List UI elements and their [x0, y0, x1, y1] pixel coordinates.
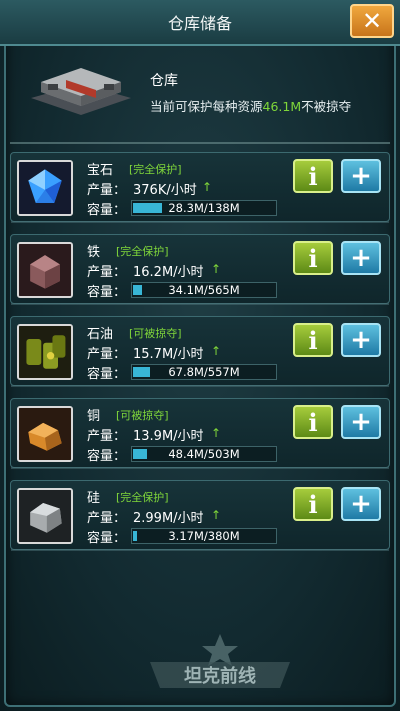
capacity-label: 容量：	[87, 531, 127, 546]
logo-text: 坦克前线	[184, 665, 256, 687]
increase-arrow-icon: ↑	[211, 426, 222, 440]
resource-card: 硅 [完全保护] 产量： 2.99M/小时 ↑ 容量： 3.17M/380M i +	[10, 480, 390, 551]
protection-status: [可被掠夺]	[129, 327, 182, 340]
plus-icon: +	[350, 325, 372, 355]
capacity-label: 容量：	[87, 449, 127, 464]
oil-barrels-icon	[17, 324, 73, 380]
plus-icon: +	[350, 407, 372, 437]
iron-icon	[17, 242, 73, 298]
production-label: 产量：	[87, 347, 127, 362]
production-label: 产量：	[87, 183, 127, 198]
resource-name: 铜	[87, 409, 101, 424]
gem-icon	[17, 160, 73, 216]
info-button[interactable]: i	[293, 159, 333, 193]
close-button[interactable]: ✕	[350, 4, 394, 38]
plus-icon: +	[350, 243, 372, 273]
capacity-bar: 34.1M/565M	[131, 282, 277, 298]
production-value: 376K/小时	[133, 183, 197, 198]
close-icon: ✕	[361, 7, 383, 35]
resource-name: 铁	[87, 245, 101, 260]
protection-desc-prefix: 当前可保护每种资源	[150, 99, 263, 114]
add-capacity-button[interactable]: +	[341, 241, 381, 275]
warehouse-building-icon	[31, 68, 131, 115]
info-icon: i	[308, 489, 318, 519]
capacity-value: 28.3M/138M	[168, 201, 240, 215]
capacity-bar: 3.17M/380M	[131, 528, 277, 544]
resource-name: 宝石	[87, 163, 114, 178]
capacity-bar: 28.3M/138M	[131, 200, 277, 216]
production-value: 2.99M/小时	[133, 511, 204, 526]
protection-status: [完全保护]	[129, 163, 182, 176]
capacity-bar: 67.8M/557M	[131, 364, 277, 380]
capacity-value: 3.17M/380M	[168, 529, 240, 543]
protection-desc-suffix: 不被掠夺	[301, 99, 352, 114]
increase-arrow-icon: ↑	[211, 344, 222, 358]
resource-card: 石油 [可被掠夺] 产量： 15.7M/小时 ↑ 容量： 67.8M/557M i +	[10, 316, 390, 387]
warehouse-name: 仓库	[150, 73, 178, 89]
silicon-icon	[17, 488, 73, 544]
production-label: 产量：	[87, 511, 127, 526]
capacity-value: 34.1M/565M	[168, 283, 240, 297]
increase-arrow-icon: ↑	[202, 180, 213, 194]
production-value: 13.9M/小时	[133, 429, 204, 444]
add-capacity-button[interactable]: +	[341, 487, 381, 521]
production-value: 15.7M/小时	[133, 347, 204, 362]
capacity-label: 容量：	[87, 203, 127, 218]
info-button[interactable]: i	[293, 241, 333, 275]
copper-icon	[17, 406, 73, 462]
increase-arrow-icon: ↑	[211, 508, 222, 522]
info-icon: i	[308, 243, 318, 273]
info-icon: i	[308, 161, 318, 191]
capacity-value: 67.8M/557M	[168, 365, 240, 379]
protection-amount: 46.1M	[262, 99, 302, 114]
info-icon: i	[308, 407, 318, 437]
plus-icon: +	[350, 161, 372, 191]
add-capacity-button[interactable]: +	[341, 405, 381, 439]
info-button[interactable]: i	[293, 323, 333, 357]
protection-status: [完全保护]	[116, 245, 169, 258]
capacity-label: 容量：	[87, 285, 127, 300]
game-logo: 坦克前线	[150, 634, 290, 688]
info-button[interactable]: i	[293, 405, 333, 439]
increase-arrow-icon: ↑	[211, 262, 222, 276]
title-bar: 仓库储备 ✕	[0, 0, 400, 46]
resource-name: 石油	[87, 327, 114, 342]
info-button[interactable]: i	[293, 487, 333, 521]
warehouse-header: 仓库 当前可保护每种资源46.1M不被掠夺	[14, 54, 386, 134]
protection-status: [可被掠夺]	[116, 409, 169, 422]
header-divider	[10, 142, 390, 150]
plus-icon: +	[350, 489, 372, 519]
window-title: 仓库储备	[167, 14, 232, 33]
production-value: 16.2M/小时	[133, 265, 204, 280]
production-label: 产量：	[87, 265, 127, 280]
protection-status: [完全保护]	[116, 491, 169, 504]
capacity-value: 48.4M/503M	[168, 447, 240, 461]
add-capacity-button[interactable]: +	[341, 159, 381, 193]
production-label: 产量：	[87, 429, 127, 444]
info-icon: i	[308, 325, 318, 355]
resource-card: 铜 [可被掠夺] 产量： 13.9M/小时 ↑ 容量： 48.4M/503M i +	[10, 398, 390, 469]
resource-name: 硅	[87, 491, 101, 506]
capacity-label: 容量：	[87, 367, 127, 382]
resource-card: 宝石 [完全保护] 产量： 376K/小时 ↑ 容量： 28.3M/138M i +	[10, 152, 390, 223]
capacity-bar: 48.4M/503M	[131, 446, 277, 462]
resource-card: 铁 [完全保护] 产量： 16.2M/小时 ↑ 容量： 34.1M/565M i +	[10, 234, 390, 305]
protection-description: 当前可保护每种资源46.1M不被掠夺	[150, 96, 351, 115]
add-capacity-button[interactable]: +	[341, 323, 381, 357]
